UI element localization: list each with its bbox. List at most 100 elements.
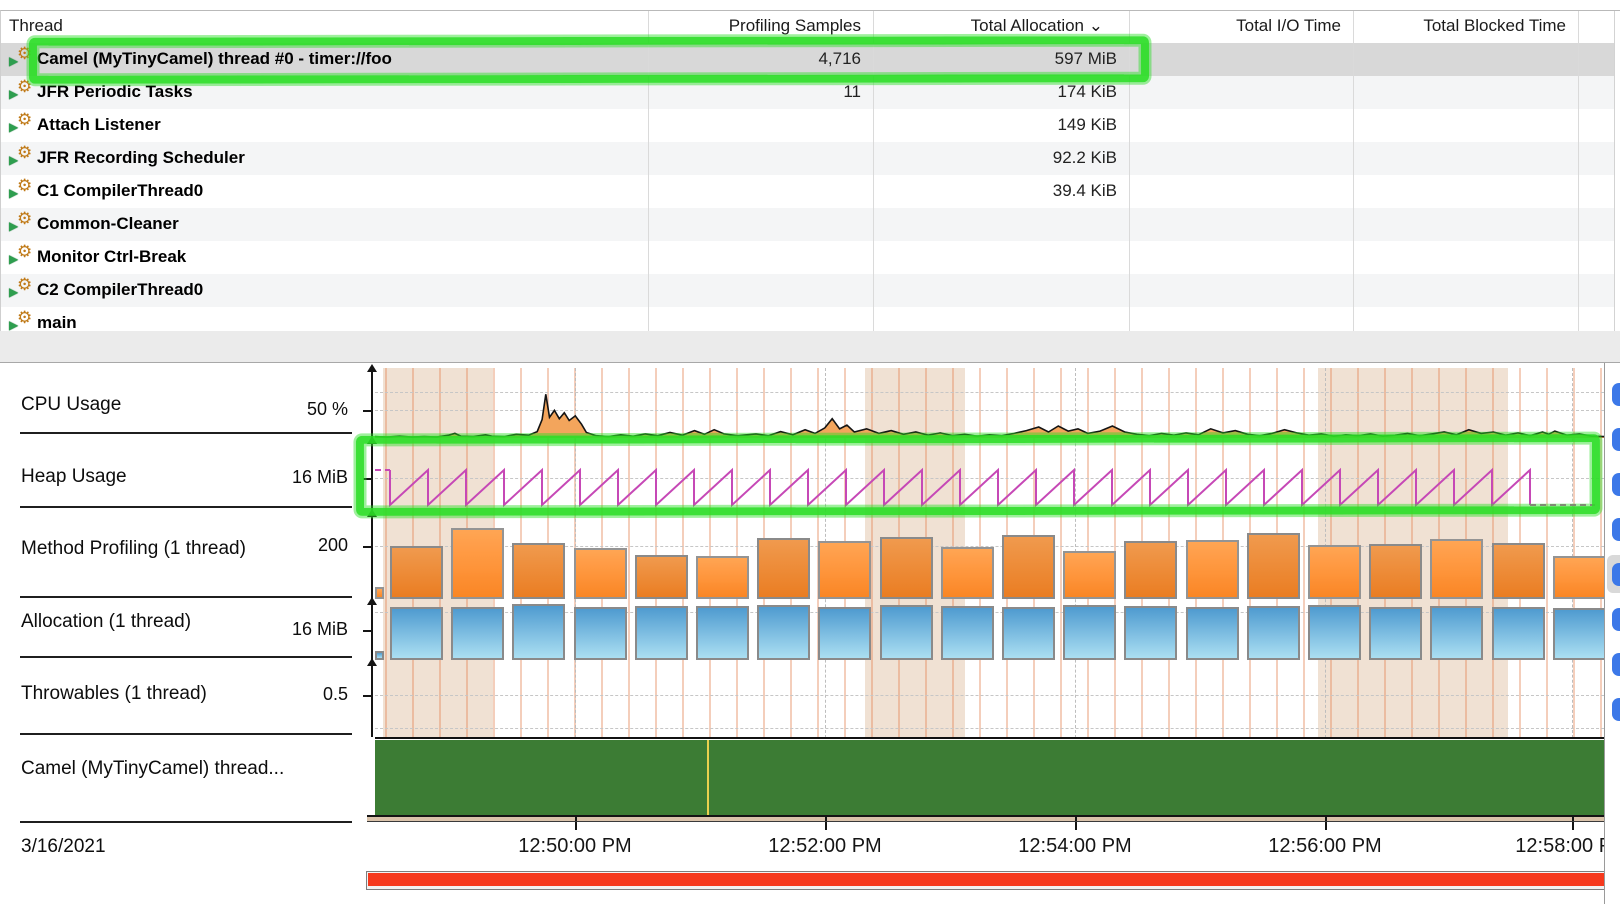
column-divider <box>1353 11 1354 331</box>
method-bar[interactable] <box>1553 556 1606 599</box>
chart-legend-button[interactable] <box>1612 383 1620 406</box>
alloc-bar[interactable] <box>1492 607 1545 660</box>
alloc-bar[interactable] <box>1063 605 1116 660</box>
col-header-total-io-time[interactable]: Total I/O Time <box>1129 16 1341 36</box>
alloc-bar[interactable] <box>635 606 688 660</box>
alloc-bar[interactable] <box>1553 608 1606 660</box>
alloc-bar[interactable] <box>1247 606 1300 660</box>
alloc-bar[interactable] <box>1369 607 1422 660</box>
thread-icon: ▶⚙ <box>9 212 35 236</box>
method-bar[interactable] <box>512 543 565 599</box>
method-bar[interactable] <box>941 547 994 599</box>
method-bar[interactable] <box>451 528 504 599</box>
chart-legend-button[interactable] <box>1612 428 1620 451</box>
alloc-bar[interactable] <box>941 606 994 660</box>
table-header: Thread Profiling Samples Total Allocatio… <box>1 11 1620 43</box>
cell-alloc: 174 KiB <box>897 82 1117 102</box>
method-bar[interactable] <box>1492 543 1545 599</box>
alloc-bar[interactable] <box>1124 606 1177 660</box>
gear-icon: ⚙ <box>17 308 32 328</box>
thread-row[interactable]: ▶⚙Attach Listener149 KiB <box>1 109 1614 142</box>
method-bar[interactable] <box>818 541 871 599</box>
thread-row[interactable]: ▶⚙C1 CompilerThread039.4 KiB <box>1 175 1614 208</box>
method-bar[interactable] <box>635 555 688 599</box>
cpu-usage-chart[interactable] <box>375 368 1604 438</box>
lane-top-border <box>375 737 1604 739</box>
method-bar[interactable] <box>696 556 749 599</box>
cell-samples: 11 <box>641 82 861 102</box>
alloc-bar[interactable] <box>1186 607 1239 660</box>
timeline-scrollbar[interactable] <box>366 871 1608 890</box>
row-separator <box>20 821 352 823</box>
alloc-bar[interactable] <box>574 607 627 660</box>
y-axis-tick <box>363 410 373 412</box>
chart-legend-button[interactable] <box>1612 653 1620 676</box>
method-bar[interactable] <box>574 548 627 599</box>
col-header-total-allocation[interactable]: Total Allocation ⌄ <box>873 16 1103 36</box>
alloc-bar[interactable] <box>1308 605 1361 660</box>
timeline-scrollbar-thumb[interactable] <box>368 873 1604 886</box>
time-tick-label: 12:50:00 PM <box>480 835 670 858</box>
column-divider <box>1129 11 1130 331</box>
thread-row[interactable]: ▶⚙main <box>1 307 1614 332</box>
alloc-bar[interactable] <box>512 604 565 660</box>
alloc-bar[interactable] <box>1430 606 1483 660</box>
col-header-thread[interactable]: Thread <box>9 16 63 36</box>
alloc-bar[interactable] <box>1002 607 1055 660</box>
heap-usage-chart[interactable] <box>375 440 1604 512</box>
cell-alloc: 597 MiB <box>897 49 1117 69</box>
alloc-bar[interactable] <box>390 607 443 660</box>
thread-row[interactable]: ▶⚙Common-Cleaner <box>1 208 1614 241</box>
thread-row[interactable]: ▶⚙C2 CompilerThread0 <box>1 274 1614 307</box>
chart-legend-button[interactable] <box>1612 608 1620 631</box>
gear-icon: ⚙ <box>17 143 32 163</box>
row-label-method-profiling: Method Profiling (1 thread) <box>21 538 246 560</box>
y-axis <box>371 664 373 737</box>
thread-name: Common-Cleaner <box>37 214 179 234</box>
method-bar[interactable] <box>1369 544 1422 599</box>
alloc-bar[interactable] <box>818 607 871 660</box>
method-bar[interactable] <box>1430 539 1483 599</box>
time-tick-label: 12:52:00 PM <box>730 835 920 858</box>
thread-activity-lane[interactable] <box>375 740 1604 815</box>
column-divider <box>873 11 874 331</box>
method-bar[interactable] <box>880 537 933 599</box>
method-bar[interactable] <box>1308 545 1361 599</box>
alloc-bar[interactable] <box>757 605 810 660</box>
thread-row[interactable]: ▶⚙Monitor Ctrl-Break <box>1 241 1614 274</box>
axis-arrow-icon <box>367 364 377 372</box>
method-bar[interactable] <box>1186 540 1239 599</box>
col-header-profiling-samples[interactable]: Profiling Samples <box>648 16 861 36</box>
time-tick-label: 12:56:00 PM <box>1230 835 1420 858</box>
method-bar[interactable] <box>757 538 810 599</box>
method-bar[interactable] <box>1247 533 1300 599</box>
method-bar[interactable] <box>1002 535 1055 599</box>
thread-row[interactable]: ▶⚙Camel (MyTinyCamel) thread #0 - timer:… <box>1 43 1614 76</box>
axis-arrow-icon <box>367 436 377 444</box>
method-bar[interactable] <box>1124 541 1177 599</box>
thread-row[interactable]: ▶⚙JFR Periodic Tasks11174 KiB <box>1 76 1614 109</box>
gear-icon: ⚙ <box>17 242 32 262</box>
thread-name: C1 CompilerThread0 <box>37 181 203 201</box>
gear-icon: ⚙ <box>17 176 32 196</box>
time-axis-tick <box>1325 815 1327 830</box>
chart-legend-button[interactable] <box>1612 518 1620 541</box>
chart-legend-button[interactable] <box>1612 473 1620 496</box>
time-axis-tick <box>1075 815 1077 830</box>
chart-legend-button[interactable] <box>1612 563 1620 586</box>
time-tick-label: 12:54:00 PM <box>980 835 1170 858</box>
thread-row[interactable]: ▶⚙JFR Recording Scheduler92.2 KiB <box>1 142 1614 175</box>
alloc-bar[interactable] <box>696 606 749 660</box>
method-bar[interactable] <box>1063 551 1116 599</box>
alloc-bar[interactable] <box>880 605 933 660</box>
chart-legend-button[interactable] <box>1612 698 1620 721</box>
time-axis-tick <box>575 815 577 830</box>
y-axis <box>371 442 373 512</box>
thread-name: Camel (MyTinyCamel) thread #0 - timer://… <box>37 49 392 69</box>
gear-icon: ⚙ <box>17 44 32 64</box>
alloc-bar[interactable] <box>451 607 504 660</box>
col-header-total-blocked-time[interactable]: Total Blocked Time <box>1353 16 1566 36</box>
method-bar[interactable] <box>390 546 443 599</box>
row-separator <box>20 596 352 598</box>
row-label-throwables: Throwables (1 thread) <box>21 683 207 705</box>
